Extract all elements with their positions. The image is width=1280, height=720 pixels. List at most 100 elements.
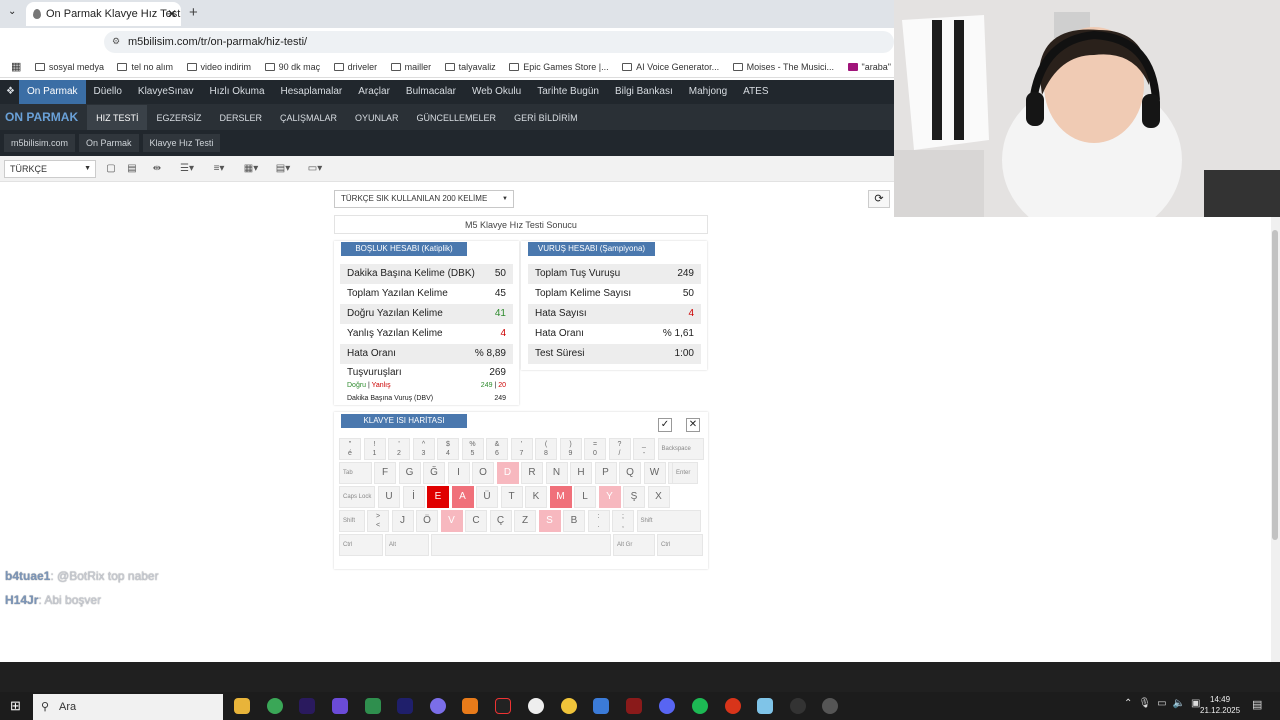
browser-icon[interactable] bbox=[430, 698, 446, 714]
space-calc-panel: BOŞLUK HESABI (Katiplik) Dakika Başına K… bbox=[334, 241, 519, 405]
nav-item[interactable]: Tarihte Bugün bbox=[529, 80, 607, 104]
bookmark-item[interactable]: video indirim bbox=[186, 56, 251, 78]
restart-test-icon[interactable]: ⟳ bbox=[868, 190, 890, 208]
apps-icon[interactable]: ▦ bbox=[11, 56, 21, 78]
nav-item[interactable]: Bilgi Bankası bbox=[607, 80, 681, 104]
app-icon[interactable] bbox=[725, 698, 741, 714]
vpn-icon[interactable] bbox=[332, 698, 348, 714]
layout-split-icon[interactable]: ▤ bbox=[125, 161, 139, 177]
close-icon[interactable]: ✕ bbox=[686, 418, 700, 432]
app-icon[interactable] bbox=[528, 698, 544, 714]
new-tab-icon[interactable]: + bbox=[189, 4, 198, 21]
keystrokes-row: Tuşvuruşları 269 bbox=[347, 367, 506, 378]
subnav-item[interactable]: GÜNCELLEMELER bbox=[408, 105, 506, 131]
site-main-nav: ❖ On Parmak Düello KlavyeSınav Hızlı Okuma He… bbox=[0, 80, 894, 104]
keyboard-key: A bbox=[451, 486, 474, 508]
keyboard-key: W bbox=[643, 462, 666, 484]
nav-item[interactable]: Hızlı Okuma bbox=[202, 80, 273, 104]
bookmark-item[interactable]: tel no alım bbox=[117, 56, 173, 78]
keyboard-key: Enter bbox=[672, 462, 698, 484]
app-icon[interactable] bbox=[757, 698, 773, 714]
nav-item[interactable]: KlavyeSınav bbox=[130, 80, 202, 104]
nav-item[interactable]: Mahjong bbox=[681, 80, 735, 104]
bookmark-item[interactable]: talyavaliz bbox=[444, 56, 496, 78]
nav-item[interactable]: ATES bbox=[735, 80, 776, 104]
tiktok-icon[interactable] bbox=[495, 698, 511, 714]
file-explorer-icon[interactable] bbox=[234, 698, 250, 714]
bookmark-item[interactable]: Moises - The Musici... bbox=[732, 56, 834, 78]
checkbox-icon[interactable]: ✓ bbox=[658, 418, 672, 432]
scrollbar-thumb[interactable] bbox=[1272, 230, 1278, 540]
breadcrumb-item[interactable]: On Parmak bbox=[79, 134, 139, 152]
keyboard-key: Q bbox=[619, 462, 641, 484]
align-icon[interactable]: ≡▾ bbox=[207, 161, 231, 177]
url-field[interactable]: m5bilisim.com/tr/on-parmak/hiz-testi/ bbox=[104, 31, 894, 53]
language-select[interactable]: TÜRKÇE ▼ bbox=[4, 160, 96, 178]
keyboard-key: H bbox=[570, 462, 592, 484]
nav-item[interactable]: Hesaplamalar bbox=[273, 80, 351, 104]
subnav-item[interactable]: EGZERSİZ bbox=[147, 105, 210, 131]
keyboard-key: % 5 bbox=[461, 438, 484, 460]
app-icon[interactable] bbox=[593, 698, 609, 714]
media-encoder-icon[interactable] bbox=[397, 698, 413, 714]
subnav-item[interactable]: OYUNLAR bbox=[346, 105, 408, 131]
site-info-icon[interactable]: ⚙ bbox=[112, 36, 120, 47]
clock[interactable]: 14:49 21.12.2025 bbox=[1200, 694, 1240, 716]
nav-item[interactable]: Araçlar bbox=[350, 80, 398, 104]
keyboard-key: " é bbox=[339, 438, 361, 460]
browser-tab[interactable]: On Parmak Klavye Hız Testi | m5 ✕ bbox=[26, 2, 181, 26]
chrome-icon[interactable] bbox=[267, 698, 283, 714]
breadcrumb-item[interactable]: m5bilisim.com bbox=[4, 134, 76, 152]
nav-item[interactable]: Web Okulu bbox=[464, 80, 529, 104]
discord-icon[interactable] bbox=[659, 698, 675, 714]
after-effects-icon[interactable] bbox=[299, 698, 315, 714]
menu-icon[interactable]: ☰▾ bbox=[175, 161, 199, 177]
word-set-select[interactable]: TÜRKÇE SIK KULLANILAN 200 KELİME ▼ bbox=[334, 190, 514, 208]
start-icon[interactable]: ⊞ bbox=[10, 698, 21, 714]
subnav-item[interactable]: GERİ BİLDİRİM bbox=[505, 105, 587, 131]
bookmark-item[interactable]: mailler bbox=[390, 56, 431, 78]
list-icon[interactable]: ▤▾ bbox=[271, 161, 295, 177]
site-logo-icon[interactable]: ❖ bbox=[0, 80, 19, 104]
stat-row: Hata Oranı% 8,89 bbox=[340, 344, 513, 364]
tab-list-icon[interactable]: ⌄ bbox=[8, 6, 16, 17]
layout-single-icon[interactable]: ▢ bbox=[104, 161, 118, 177]
site-logo[interactable]: ON PARMAK bbox=[0, 104, 87, 130]
bookmark-item[interactable]: 90 dk maç bbox=[264, 56, 320, 78]
keyboard-key: I bbox=[447, 462, 470, 484]
nav-item[interactable]: Bulmacalar bbox=[398, 80, 464, 104]
keyboard-key: & 6 bbox=[486, 438, 508, 460]
spotify-icon[interactable] bbox=[692, 698, 708, 714]
monitor-icon[interactable]: ▭▾ bbox=[303, 161, 327, 177]
nav-item[interactable]: Düello bbox=[86, 80, 130, 104]
subnav-item[interactable]: HIZ TESTİ bbox=[87, 105, 148, 131]
chat-message: H14Jr: Abi boşver bbox=[5, 593, 102, 607]
bookmark-item[interactable]: driveler bbox=[333, 56, 377, 78]
subnav-item[interactable]: ÇALIŞMALAR bbox=[271, 105, 346, 131]
subnav-item[interactable]: DERSLER bbox=[210, 105, 271, 131]
taskbar-search[interactable]: ⚲ Ara bbox=[33, 694, 223, 720]
width-icon[interactable]: ⇹ bbox=[149, 161, 165, 177]
tab-title: On Parmak Klavye Hız Testi | m5 bbox=[46, 8, 181, 20]
notification-icon[interactable]: ▤ bbox=[1252, 698, 1262, 711]
breadcrumb: m5bilisim.com On Parmak Klavye Hız Testi bbox=[0, 130, 894, 156]
close-tab-icon[interactable]: ✕ bbox=[167, 2, 177, 26]
app-icon[interactable] bbox=[365, 698, 381, 714]
app-icon[interactable] bbox=[626, 698, 642, 714]
keyboard-key: Ü bbox=[476, 486, 498, 508]
bookmark-item[interactable]: sosyal medya bbox=[34, 56, 104, 78]
tray-icons[interactable]: ⌃🎙▭🔈▣ bbox=[1124, 698, 1206, 709]
maps-icon[interactable] bbox=[561, 698, 577, 714]
grid-icon[interactable]: ▦▾ bbox=[239, 161, 263, 177]
search-icon: ⚲ bbox=[41, 701, 50, 713]
settings-icon[interactable] bbox=[822, 698, 838, 714]
heatmap-header: KLAVYE ISI HARİTASI bbox=[341, 414, 467, 428]
nav-item[interactable]: On Parmak bbox=[18, 80, 86, 104]
keyboard-key: ? / bbox=[608, 438, 631, 460]
bookmark-item[interactable]: AI Voice Generator... bbox=[622, 56, 719, 78]
keyboard-key: F bbox=[374, 462, 396, 484]
bookmark-item[interactable]: Epic Games Store |... bbox=[509, 56, 609, 78]
obs-icon[interactable] bbox=[790, 698, 806, 714]
vlc-icon[interactable] bbox=[462, 698, 478, 714]
breadcrumb-item[interactable]: Klavye Hız Testi bbox=[142, 134, 221, 152]
